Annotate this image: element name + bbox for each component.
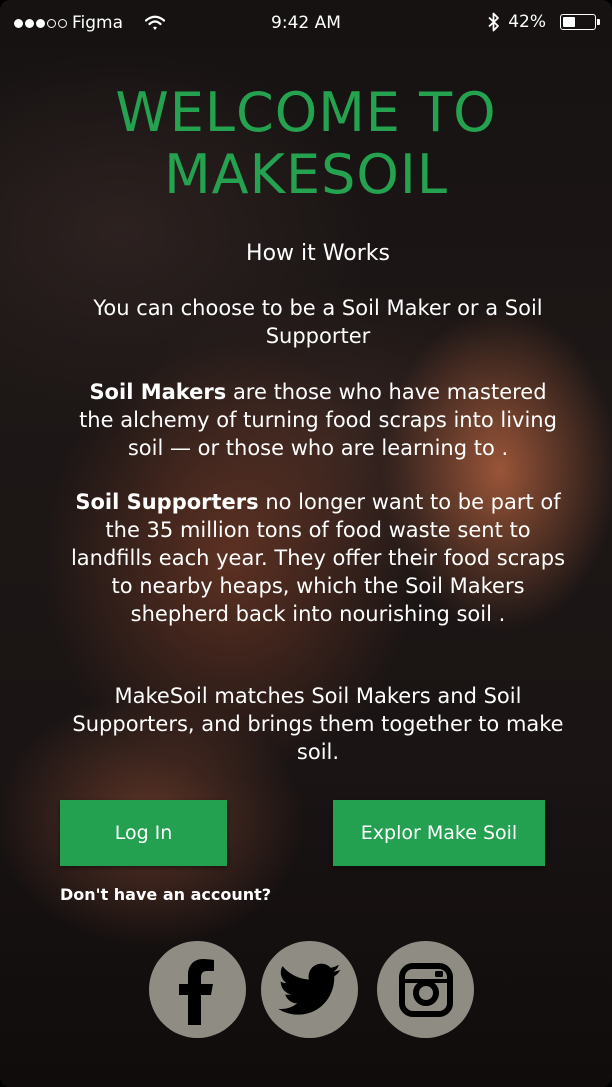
title-line-2: MAKESOIL (164, 143, 448, 206)
title-line-1: WELCOME TO (115, 81, 497, 144)
facebook-button[interactable] (149, 941, 246, 1038)
battery-level (563, 17, 575, 27)
welcome-screen: Figma 9:42 AM 42% WELCOME TO MAKESOIL Ho… (0, 0, 612, 1087)
instagram-button[interactable] (377, 941, 474, 1038)
how-it-works-heading: How it Works (246, 241, 390, 266)
explore-button[interactable]: Explor Make Soil (333, 800, 545, 866)
signup-link[interactable]: Don't have an account? (60, 885, 271, 904)
soil-supporters-term: Soil Supporters (75, 490, 259, 514)
soil-makers-paragraph: Soil Makers are those who have mastered … (70, 378, 566, 462)
matches-paragraph: MakeSoil matches Soil Makers and Soil Su… (72, 684, 564, 764)
instagram-icon (398, 962, 453, 1017)
battery-group: 42% (488, 12, 600, 32)
battery-percent: 42% (508, 12, 546, 32)
facebook-icon (178, 958, 214, 1025)
soil-supporters-paragraph: Soil Supporters no longer want to be par… (70, 488, 566, 628)
choose-role-text: You can choose to be a Soil Maker or a S… (93, 296, 543, 348)
twitter-icon (277, 963, 341, 1015)
battery-tip (597, 19, 600, 25)
twitter-button[interactable] (261, 941, 358, 1038)
soil-makers-term: Soil Makers (89, 380, 227, 404)
page-title: WELCOME TO MAKESOIL (0, 82, 612, 206)
bluetooth-icon (488, 12, 500, 32)
status-bar: Figma 9:42 AM 42% (0, 0, 612, 46)
battery-icon (560, 14, 600, 30)
login-button[interactable]: Log In (60, 800, 227, 866)
